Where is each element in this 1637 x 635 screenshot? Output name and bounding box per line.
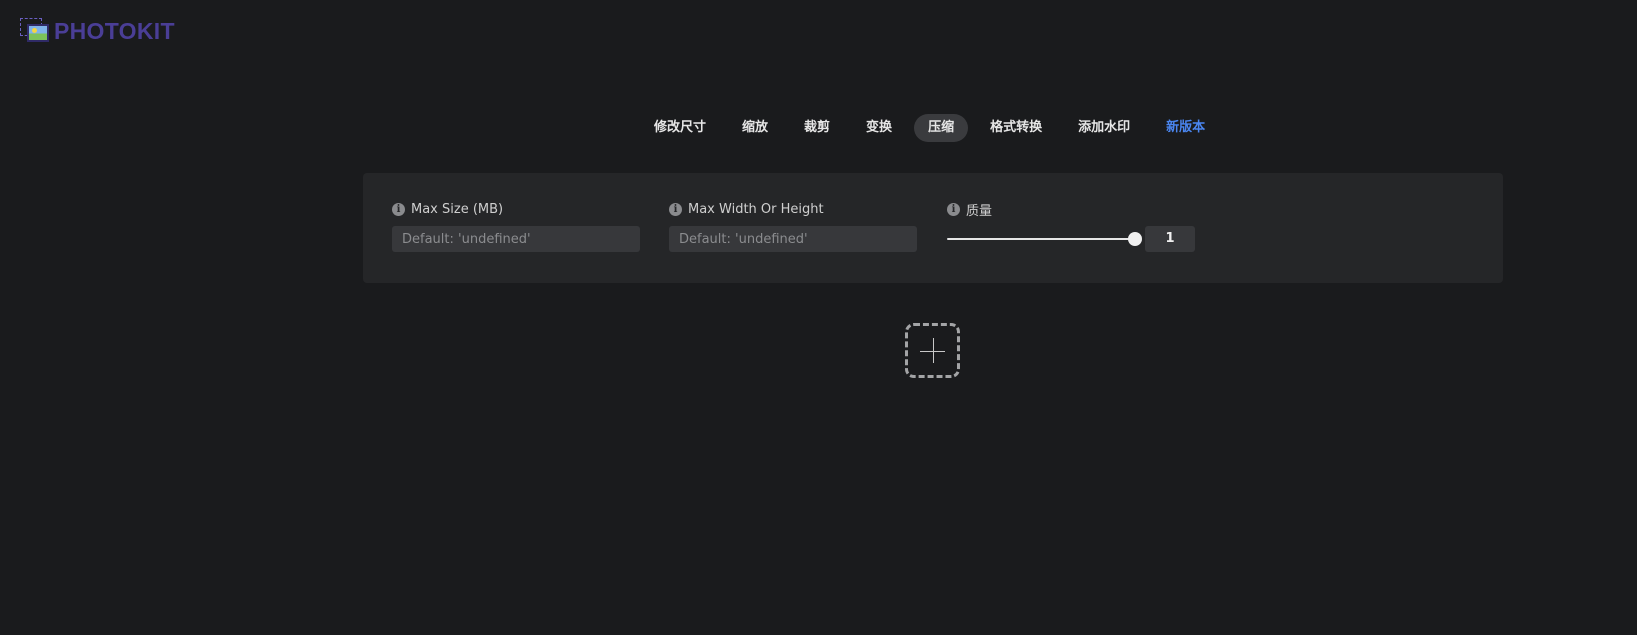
tab-transform[interactable]: 变换 — [852, 114, 906, 142]
max-width-height-field: i Max Width Or Height — [669, 201, 917, 252]
quality-slider[interactable] — [947, 232, 1142, 246]
tab-watermark[interactable]: 添加水印 — [1064, 114, 1144, 142]
max-size-input[interactable] — [392, 226, 640, 252]
tab-resize[interactable]: 修改尺寸 — [640, 114, 720, 142]
tab-compress[interactable]: 压缩 — [914, 114, 969, 142]
info-icon[interactable]: i — [947, 202, 960, 216]
quality-label: 质量 — [966, 203, 993, 219]
max-size-field: i Max Size (MB) — [392, 201, 640, 252]
tool-tabs: 修改尺寸 缩放 裁剪 变换 压缩 格式转换 添加水印 新版本 — [640, 114, 1219, 142]
photo-icon — [20, 18, 50, 44]
upload-add-button[interactable] — [905, 323, 960, 378]
info-icon[interactable]: i — [669, 202, 682, 216]
quality-field: i 质量 1 — [947, 201, 1195, 252]
slider-track[interactable] — [947, 238, 1135, 240]
tab-scale[interactable]: 缩放 — [728, 114, 782, 142]
max-size-label: Max Size (MB) — [411, 201, 504, 217]
max-width-height-label: Max Width Or Height — [688, 201, 824, 217]
info-icon[interactable]: i — [392, 202, 405, 216]
tab-new-version[interactable]: 新版本 — [1152, 114, 1219, 142]
max-width-height-input[interactable] — [669, 226, 917, 252]
app-name: PHOTOKIT — [54, 17, 175, 44]
slider-thumb[interactable] — [1128, 232, 1142, 246]
tab-crop[interactable]: 裁剪 — [790, 114, 844, 142]
compress-options-panel: i Max Size (MB) i Max Width Or Height i … — [363, 173, 1503, 283]
quality-value-input[interactable]: 1 — [1145, 226, 1195, 252]
app-logo[interactable]: PHOTOKIT — [20, 14, 175, 48]
tab-format-convert[interactable]: 格式转换 — [976, 114, 1056, 142]
